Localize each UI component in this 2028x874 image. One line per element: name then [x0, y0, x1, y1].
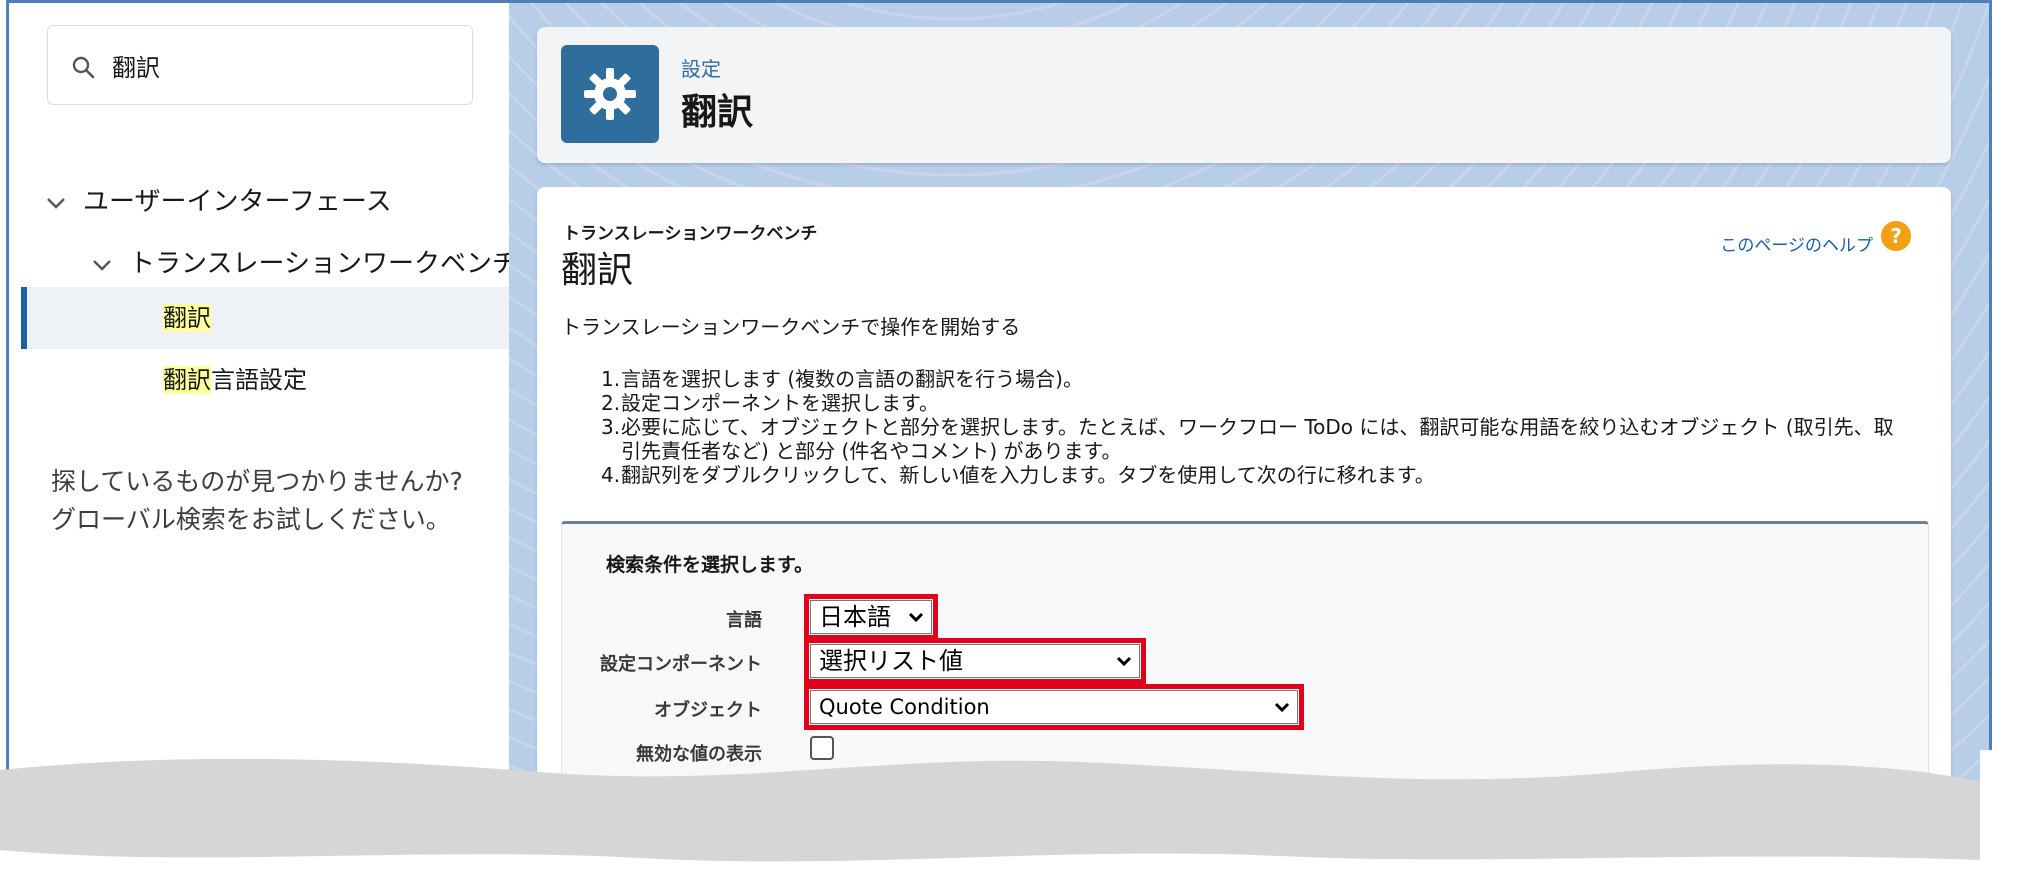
- instruction-list: 1.言語を選択します (複数の言語の翻訳を行う場合)。 2.設定コンポーネントを…: [601, 367, 1901, 487]
- chevron-down-icon: [1274, 702, 1290, 713]
- language-label: 言語: [726, 610, 762, 631]
- setup-sidebar: 翻訳 ユーザーインターフェース トランスレーションワークベンチ 翻訳 翻訳言語設…: [9, 3, 518, 874]
- sidebar-item-translation-language-settings[interactable]: 翻訳言語設定: [21, 349, 509, 411]
- torn-edge-overlay: [0, 750, 2028, 874]
- chevron-down-icon: [908, 612, 924, 623]
- tree-node-label: トランスレーションワークベンチ: [129, 249, 518, 279]
- gear-icon: [584, 68, 636, 120]
- search-match: 翻訳: [163, 304, 211, 332]
- tree-node-label: ユーザーインターフェース: [83, 187, 392, 217]
- chevron-down-icon: [47, 197, 65, 209]
- help-link[interactable]: このページのヘルプ: [1720, 231, 1873, 256]
- setup-icon-tile: [561, 45, 659, 143]
- search-match: 翻訳: [163, 366, 211, 394]
- tree-node-translation-workbench[interactable]: トランスレーションワークベンチ: [89, 243, 518, 280]
- page-heading: 翻訳: [561, 250, 634, 291]
- sidebar-item-label: 言語設定: [211, 366, 307, 394]
- instruction-step: 2.設定コンポーネントを選択します。: [601, 391, 939, 415]
- search-icon: [72, 56, 95, 79]
- app-window: 翻訳 ユーザーインターフェース トランスレーションワークベンチ 翻訳 翻訳言語設…: [6, 0, 1992, 874]
- criteria-title: 検索条件を選択します。: [606, 554, 814, 576]
- component-select[interactable]: 選択リスト値: [810, 644, 1140, 678]
- language-select[interactable]: 日本語: [810, 600, 932, 634]
- object-label: オブジェクト: [654, 700, 762, 721]
- chevron-down-icon: [93, 259, 111, 271]
- page-title: 翻訳: [681, 92, 754, 133]
- quick-find-value: 翻訳: [112, 54, 160, 82]
- main-area: 設定 翻訳 トランスレーションワークベンチ 翻訳 このページのヘルプ ? トラン…: [509, 3, 1989, 874]
- page-header: 設定 翻訳: [537, 27, 1951, 163]
- not-found-hint: 探しているものが見つかりませんか? グローバル検索をお試しください。: [51, 467, 463, 534]
- instruction-step: 4.翻訳列をダブルクリックして、新しい値を入力します。タブを使用して次の行に移れ…: [601, 463, 1435, 487]
- help-icon[interactable]: ?: [1881, 221, 1911, 251]
- component-label: 設定コンポーネント: [600, 654, 762, 675]
- header-subtitle: 設定: [681, 57, 721, 81]
- instruction-step: 1.言語を選択します (複数の言語の翻訳を行う場合)。: [601, 367, 1083, 391]
- tree-node-user-interface[interactable]: ユーザーインターフェース: [43, 181, 392, 218]
- object-select[interactable]: Quote Condition: [810, 690, 1298, 724]
- chevron-down-icon: [1116, 656, 1132, 667]
- intro-text: トランスレーションワークベンチで操作を開始する: [561, 315, 1021, 339]
- sidebar-item-translate[interactable]: 翻訳: [21, 287, 509, 349]
- instruction-step: 3.必要に応じて、オブジェクトと部分を選択します。たとえば、ワークフロー ToD…: [601, 415, 1894, 463]
- quick-find-input[interactable]: 翻訳: [47, 25, 473, 105]
